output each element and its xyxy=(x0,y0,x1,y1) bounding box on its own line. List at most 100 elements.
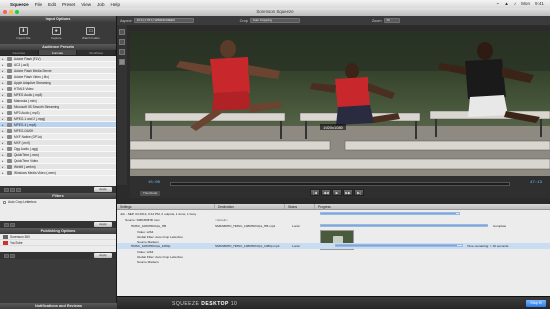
apply-publish-button[interactable]: Apply xyxy=(94,253,112,258)
capture-button[interactable]: ● Capture xyxy=(51,26,62,40)
in-timecode[interactable]: 15:00 xyxy=(148,181,160,185)
apply-preset-button[interactable]: Apply xyxy=(94,187,112,192)
play-button[interactable]: ▶ xyxy=(332,189,342,196)
preset-format-icon xyxy=(7,56,12,61)
apply-filter-button[interactable]: Apply xyxy=(94,222,112,227)
output1-status: Local xyxy=(292,224,300,228)
disclosure-triangle-icon[interactable]: ▸ xyxy=(2,147,5,151)
split-view-icon[interactable] xyxy=(119,49,125,55)
col-status[interactable]: Status xyxy=(285,204,315,209)
output2-destination[interactable]: SMD380HD_HMSC_1080HDClips_1080p.mp4 xyxy=(215,243,279,249)
disclosure-triangle-icon[interactable]: ▸ xyxy=(2,111,5,115)
preset-label: QuickTime (.mov) xyxy=(14,152,40,157)
watch-folder-button[interactable]: ▭ Watch Folder xyxy=(82,26,100,40)
status-day[interactable]: Mon xyxy=(521,1,530,7)
preset-list-tools xyxy=(4,187,21,192)
disclosure-triangle-icon[interactable]: ▸ xyxy=(2,159,5,163)
disclosure-triangle-icon[interactable]: ▸ xyxy=(2,171,5,175)
tool-strip xyxy=(117,25,127,185)
video-preview[interactable]: 1920x1080 xyxy=(130,31,550,176)
preset-format-icon xyxy=(7,134,12,139)
minimize-window-button[interactable] xyxy=(9,10,13,14)
col-destination[interactable]: Destination xyxy=(215,204,285,209)
disclosure-triangle-icon[interactable]: ▸ xyxy=(2,141,5,145)
disclosure-triangle-icon[interactable]: ▸ xyxy=(2,81,5,85)
menu-file[interactable]: File xyxy=(35,2,42,7)
tab-workflows[interactable]: Workflows xyxy=(77,50,117,55)
disclosure-triangle-icon[interactable]: ▸ xyxy=(2,129,5,133)
remove-publish-button[interactable] xyxy=(10,253,15,258)
menu-preset[interactable]: Preset xyxy=(62,2,75,7)
preset-item[interactable]: ▸ Windows Media Video (.wmv) xyxy=(0,170,116,176)
preset-label: MPEG-DASH xyxy=(14,128,34,133)
app-root: Squeeze File Edit Preset View Job Help ⌁… xyxy=(0,0,550,309)
menu-view[interactable]: View xyxy=(81,2,91,7)
scrubber[interactable] xyxy=(170,182,510,186)
add-preset-button[interactable] xyxy=(4,187,9,192)
preset-settings-button[interactable] xyxy=(16,187,21,192)
disclosure-triangle-icon[interactable]: ▸ xyxy=(2,105,5,109)
single-view-icon[interactable] xyxy=(119,59,125,65)
menu-help[interactable]: Help xyxy=(111,2,120,7)
fast-forward-button[interactable]: ▶▶ xyxy=(343,189,353,196)
menu-job[interactable]: Job xyxy=(97,2,104,7)
zoom-window-button[interactable] xyxy=(15,10,19,14)
menu-edit[interactable]: Edit xyxy=(48,2,56,7)
go-start-button[interactable]: |◀ xyxy=(310,189,320,196)
filter-checkbox[interactable] xyxy=(3,200,6,204)
go-end-button[interactable]: ▶| xyxy=(354,189,364,196)
remove-preset-button[interactable] xyxy=(10,187,15,192)
crop-select[interactable]: Auto Cropping xyxy=(249,18,300,23)
thumbnail-button[interactable]: Thumbnail xyxy=(140,191,161,196)
window-controls xyxy=(3,10,19,14)
disclosure-triangle-icon[interactable]: ▸ xyxy=(2,63,5,67)
disclosure-triangle-icon[interactable]: ▸ xyxy=(2,165,5,169)
compare-tool-icon[interactable] xyxy=(119,39,125,45)
status-icon-0[interactable]: ⌁ xyxy=(496,1,499,7)
crop-label: Crop xyxy=(239,18,248,23)
stop-button[interactable]: Stop It! xyxy=(526,300,546,307)
disclosure-triangle-icon[interactable]: ▸ xyxy=(2,75,5,79)
disclosure-triangle-icon[interactable]: ▸ xyxy=(2,57,5,61)
preset-list: ▸ Adobe Flash (FLV) ▸ AC3 (.ac3) ▸ Adobe Flas… xyxy=(0,56,116,186)
preset-label: Adobe Flash (FLV) xyxy=(14,56,41,61)
filter-item[interactable]: Auto Crop Letterbox xyxy=(0,199,116,205)
notifications-header[interactable]: Notifications and Reviews xyxy=(0,303,117,309)
preset-label: Adobe Flash Video (.f4v) xyxy=(14,74,50,79)
import-file-button[interactable]: ⬇ Import File xyxy=(16,26,30,40)
publish-item-youtube[interactable]: YouTube xyxy=(0,240,116,246)
output1-destination[interactable]: SMD380HD_HMSC_1080HDClips_HB.mp4 xyxy=(215,223,275,229)
col-progress[interactable]: Progress xyxy=(315,204,550,209)
add-filter-button[interactable] xyxy=(4,222,9,227)
disclosure-triangle-icon[interactable]: ▸ xyxy=(2,99,5,103)
preset-label: MXF Native (OP1a) xyxy=(14,134,42,139)
rewind-button[interactable]: ◀◀ xyxy=(321,189,331,196)
status-icon-1[interactable]: ▲ xyxy=(504,1,509,7)
menu-app[interactable]: Squeeze xyxy=(10,2,29,7)
add-publish-button[interactable] xyxy=(4,253,9,258)
remove-filter-button[interactable] xyxy=(10,222,15,227)
col-settings[interactable]: Settings xyxy=(117,204,215,209)
preset-label: AC3 (.ac3) xyxy=(14,62,30,67)
tab-favorites[interactable]: Favorites xyxy=(0,50,39,55)
close-window-button[interactable] xyxy=(3,10,7,14)
aspect-select[interactable]: 16:9 (1.78:1) WIDESCREEN xyxy=(133,18,194,23)
status-icon-2[interactable]: ♪ xyxy=(514,1,516,7)
disclosure-triangle-icon[interactable]: ▸ xyxy=(2,87,5,91)
zoom-select[interactable]: Fit xyxy=(383,18,400,23)
left-panel: Input Options ⬇ Import File ● Capture ▭ … xyxy=(0,16,117,309)
disclosure-triangle-icon[interactable]: ▸ xyxy=(2,135,5,139)
crop-tool-icon[interactable] xyxy=(119,29,125,35)
disclosure-triangle-icon[interactable]: ▸ xyxy=(2,69,5,73)
resolution-overlay: 1920x1080 xyxy=(323,125,344,130)
status-icons: ⌁ ▲ ♪ Mon 9:41 xyxy=(496,1,550,7)
preset-format-icon xyxy=(7,80,12,85)
job-progress xyxy=(320,212,460,215)
out-timecode[interactable]: 47:13 xyxy=(530,181,542,185)
status-clock[interactable]: 9:41 xyxy=(535,1,544,7)
disclosure-triangle-icon[interactable]: ▸ xyxy=(2,93,5,97)
disclosure-triangle-icon[interactable]: ▸ xyxy=(2,123,5,127)
disclosure-triangle-icon[interactable]: ▸ xyxy=(2,153,5,157)
disclosure-triangle-icon[interactable]: ▸ xyxy=(2,117,5,121)
tab-formats[interactable]: Formats xyxy=(38,50,78,55)
